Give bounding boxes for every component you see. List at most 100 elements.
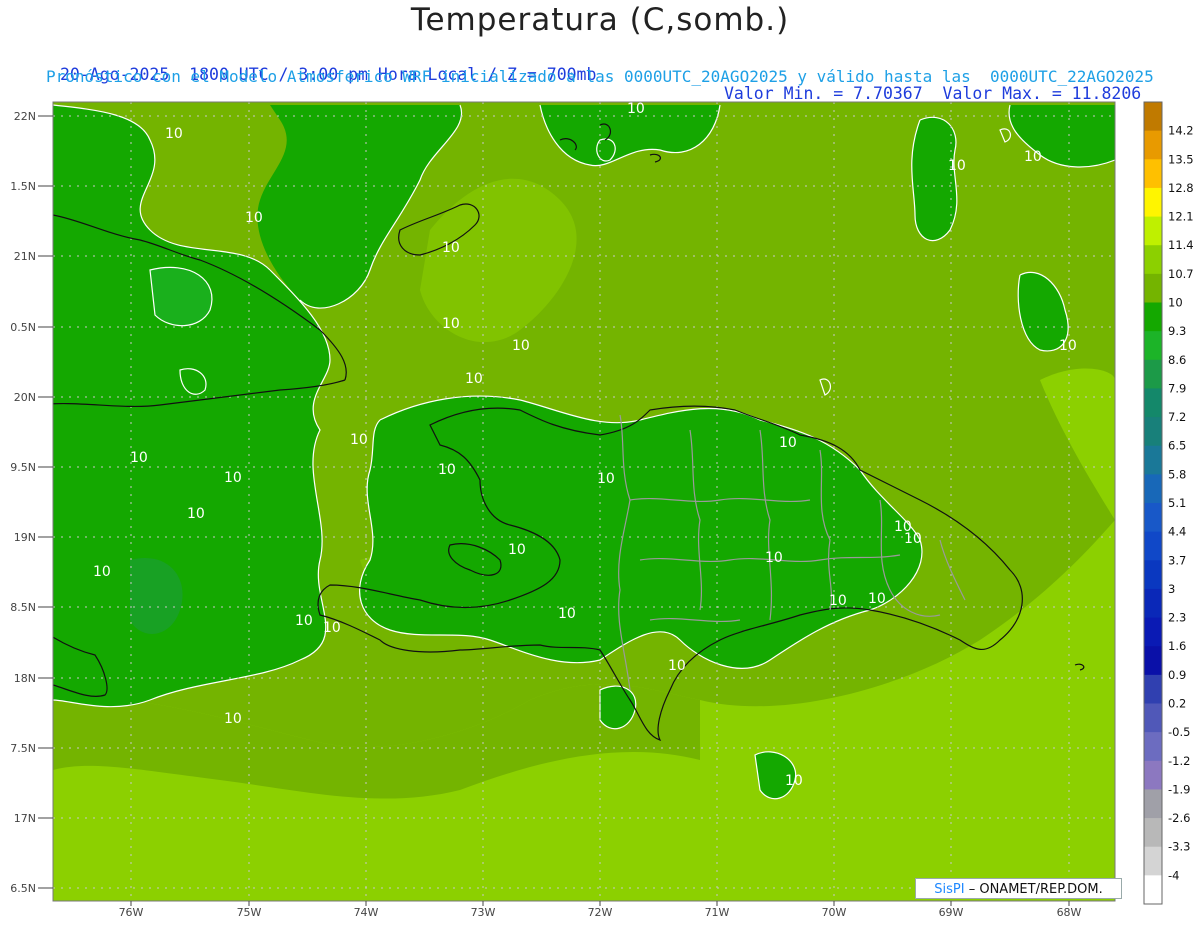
colorbar-label: 2.3 — [1168, 611, 1186, 625]
credit-text: – ONAMET/REP.DOM. — [964, 882, 1103, 897]
lat-tick-label: 17N — [14, 812, 36, 825]
lat-tick-label: 8.5N — [10, 601, 36, 614]
contour-label: 10 — [904, 531, 922, 547]
colorbar-label: -0.5 — [1168, 725, 1190, 739]
lon-tick-label: 73W — [471, 906, 496, 919]
colorbar-swatch — [1144, 703, 1162, 733]
contour-label: 10 — [512, 338, 530, 354]
contour-label: 10 — [438, 462, 456, 478]
lat-ticks — [38, 115, 53, 889]
colorbar-swatch — [1144, 159, 1162, 189]
contour-label: 10 — [948, 158, 966, 174]
colorbar-swatch — [1144, 302, 1162, 332]
lat-tick-label: 19N — [14, 531, 36, 544]
colorbar-label: -1.2 — [1168, 754, 1190, 768]
contour-label: 10 — [224, 711, 242, 727]
colorbar-label: -1.9 — [1168, 782, 1190, 796]
colorbar-swatch — [1144, 789, 1162, 819]
colorbar-label: 3 — [1168, 582, 1175, 596]
lat-tick-label: 18N — [14, 672, 36, 685]
colorbar-label: 5.1 — [1168, 496, 1186, 510]
contour-label: 10 — [350, 432, 368, 448]
contour-label: 10 — [765, 550, 783, 566]
contour-label: 10 — [597, 471, 615, 487]
colorbar-label: 12.8 — [1168, 181, 1194, 195]
cool-patch-ne1 — [911, 117, 957, 241]
lon-tick-label: 71W — [705, 906, 730, 919]
lat-tick-label: 21N — [14, 250, 36, 263]
credit-box: SisPI – ONAMET/REP.DOM. — [915, 878, 1122, 899]
lon-tick-label: 68W — [1057, 906, 1082, 919]
colorbar-swatch — [1144, 474, 1162, 504]
contour-label: 10 — [295, 613, 313, 629]
contour-label: 10 — [668, 658, 686, 674]
colorbar-swatch — [1144, 130, 1162, 160]
contour-label: 10 — [558, 606, 576, 622]
contour-label: 10 — [323, 620, 341, 636]
lat-tick-label: 0.5N — [10, 321, 36, 334]
colorbar-swatch — [1144, 503, 1162, 533]
lat-tick-label: 9.5N — [10, 461, 36, 474]
lon-tick-label: 76W — [119, 906, 144, 919]
colorbar-label: 13.5 — [1168, 152, 1194, 166]
contour-label: 10 — [165, 126, 183, 142]
colorbar-swatch — [1144, 846, 1162, 876]
colorbar-label: 10 — [1168, 296, 1183, 310]
colorbar-label: 10.7 — [1168, 267, 1194, 281]
colorbar-swatch — [1144, 187, 1162, 218]
colorbar-label: -2.6 — [1168, 811, 1190, 825]
contour-label: 10 — [829, 593, 847, 609]
credit-brand: SisPI — [934, 882, 965, 897]
colorbar-swatch — [1144, 359, 1162, 389]
contour-label: 10 — [627, 101, 645, 117]
contour-label: 10 — [245, 210, 263, 226]
colorbar-label: 14.2 — [1168, 124, 1194, 138]
colorbar-swatch — [1144, 617, 1162, 647]
colorbar: 14.2 13.5 12.8 12.1 11.4 10.7 10 9.3 8.6 7.9 7.2 6.… — [1143, 101, 1194, 905]
colorbar-swatch — [1144, 388, 1162, 418]
colorbar-swatch — [1144, 331, 1162, 361]
lon-tick-label: 69W — [939, 906, 964, 919]
contour-label: 10 — [93, 564, 111, 580]
colorbar-label: 1.6 — [1168, 639, 1186, 653]
contour-label: 10 — [785, 773, 803, 789]
colorbar-label: 4.4 — [1168, 525, 1186, 539]
lat-tick-label: 20N — [14, 391, 36, 404]
colorbar-label: -4 — [1168, 868, 1179, 882]
lat-tick-label: 7.5N — [10, 742, 36, 755]
temperature-map: 10 10 10 10 10 10 10 10 10 10 10 10 10 1… — [10, 101, 1194, 919]
colorbar-label: 0.9 — [1168, 668, 1186, 682]
colorbar-swatch — [1144, 102, 1162, 132]
lon-tick-label: 74W — [354, 906, 379, 919]
contour-label: 10 — [465, 371, 483, 387]
colorbar-label: 12.1 — [1168, 210, 1194, 224]
contour-label: 10 — [187, 506, 205, 522]
contour-label: 10 — [779, 435, 797, 451]
colorbar-swatch — [1144, 531, 1162, 561]
contour-label: 10 — [442, 240, 460, 256]
colorbar-swatch — [1144, 216, 1162, 246]
colorbar-swatch — [1144, 732, 1162, 762]
colorbar-label: 7.9 — [1168, 381, 1186, 395]
contour-label: 10 — [508, 542, 526, 558]
colorbar-swatch — [1144, 560, 1162, 590]
contour-label: 10 — [442, 316, 460, 332]
contour-label: 10 — [868, 591, 886, 607]
colorbar-swatch — [1144, 417, 1162, 447]
lon-ticks — [130, 901, 1070, 906]
lat-tick-label: 22N — [14, 110, 36, 123]
colorbar-swatch — [1144, 445, 1162, 475]
colorbar-swatch — [1144, 818, 1162, 848]
contour-label: 10 — [1059, 338, 1077, 354]
colorbar-swatch — [1144, 674, 1162, 704]
colorbar-swatch — [1144, 875, 1162, 905]
colorbar-swatch — [1144, 245, 1162, 275]
colorbar-label: 5.8 — [1168, 467, 1186, 481]
colorbar-label: -3.3 — [1168, 840, 1190, 854]
contour-label: 10 — [130, 450, 148, 466]
lon-axis: 76W 75W 74W 73W 72W 71W 70W 69W 68W — [119, 906, 1082, 919]
lon-tick-label: 70W — [822, 906, 847, 919]
colorbar-label: 0.2 — [1168, 697, 1186, 711]
lon-tick-label: 72W — [588, 906, 613, 919]
colorbar-swatch — [1144, 646, 1162, 676]
